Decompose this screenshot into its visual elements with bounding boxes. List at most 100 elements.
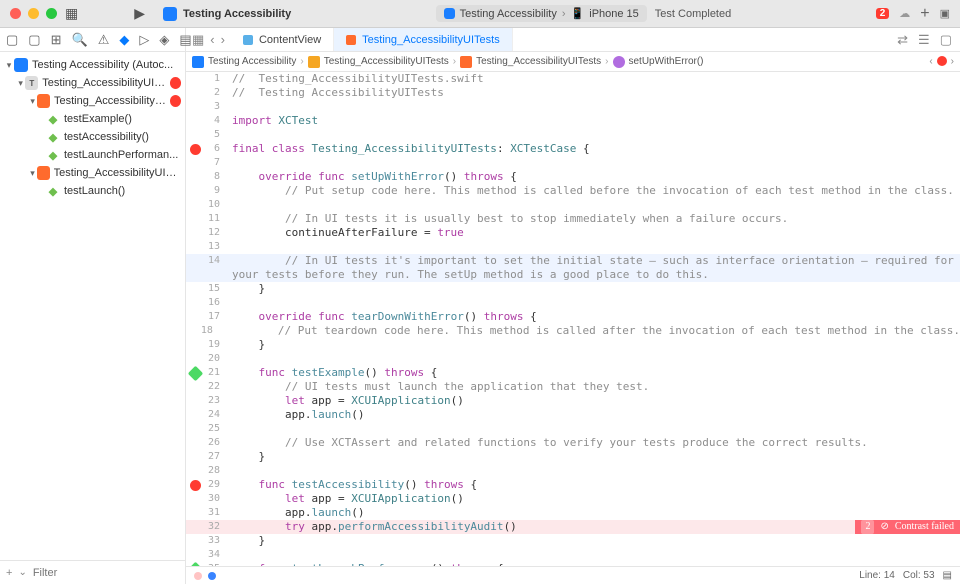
test-pass-gutter-icon[interactable] [187, 365, 203, 381]
sidebar-test-method[interactable]: ◆ testAccessibility() [0, 128, 185, 146]
add-editor-button[interactable]: + [920, 5, 929, 23]
cloud-icon[interactable]: ☁ [899, 7, 910, 20]
sidebar-file[interactable]: ▾ Testing_AccessibilityUITest... [0, 164, 185, 182]
navigator-issue-icon[interactable]: ⚠ [98, 32, 110, 48]
tab-label: ContentView [259, 34, 321, 46]
sidebar-target[interactable]: ▾ T Testing_AccessibilityUITests [0, 74, 185, 92]
sidebar-label: testLaunchPerforman... [64, 149, 178, 161]
back-button[interactable]: ‹ [210, 32, 214, 47]
next-issue-button[interactable]: › [951, 56, 954, 67]
debug-indicator-icon[interactable] [208, 572, 216, 580]
swift-file-icon [243, 35, 253, 45]
sidebar-test-method[interactable]: ◆ testLaunch() [0, 182, 185, 200]
sidebar-label: testLaunch() [64, 185, 125, 197]
zoom-window-button[interactable] [46, 8, 57, 19]
sidebar-label: testAccessibility() [64, 131, 149, 143]
close-window-button[interactable] [10, 8, 21, 19]
breadcrumb-item[interactable]: Testing Accessibility [208, 56, 296, 67]
run-button[interactable]: ▶ [126, 5, 153, 22]
app-icon [163, 7, 177, 21]
prev-issue-button[interactable]: ‹ [929, 56, 932, 67]
breakpoint-toggle[interactable] [194, 572, 202, 580]
sidebar-project[interactable]: ▾ Testing Accessibility (Autoc... [0, 56, 185, 74]
build-status-label: Test Completed [655, 8, 731, 20]
inline-error-label: Contrast failed [895, 520, 954, 534]
folder-icon [308, 56, 320, 68]
device-icon: 📱 [571, 7, 585, 20]
breadcrumb-item[interactable]: setUpWithError() [629, 56, 704, 67]
adjust-editor-icon[interactable]: ☰ [918, 32, 930, 48]
navigator-source-icon[interactable]: ▢ [28, 32, 40, 48]
toolrow: ▢ ▢ ⊞ 🔍 ⚠ ◆ ▷ ◈ ▤ ▦ ‹ › ContentView Test… [0, 28, 960, 52]
inspector-toggle-icon[interactable]: ▢ [940, 32, 952, 48]
scheme-label: Testing Accessibility [460, 8, 557, 20]
inline-error-badge[interactable]: 2⊘ Contrast failed [855, 520, 960, 534]
tab-label: Testing_AccessibilityUITests [362, 34, 500, 46]
sidebar-label: Testing_AccessibilityUIT... [54, 95, 170, 107]
sidebar-footer: + ⌄ [0, 560, 185, 584]
navigator-symbol-icon[interactable]: ⊞ [51, 32, 62, 48]
chevron-right-icon: › [605, 56, 608, 67]
breadcrumb-bar[interactable]: Testing Accessibility › Testing_Accessib… [186, 52, 960, 72]
tab-contentview[interactable]: ContentView [231, 28, 334, 51]
sidebar-label: Testing Accessibility (Autoc... [32, 59, 173, 71]
chevron-right-icon: › [562, 8, 566, 20]
filter-icon[interactable]: ⌄ [18, 567, 26, 578]
editor: Testing Accessibility › Testing_Accessib… [186, 52, 960, 584]
inline-error-count: 2 [861, 520, 874, 534]
navigator-find-icon[interactable]: 🔍 [72, 32, 88, 48]
sidebar-label: testExample() [64, 113, 132, 125]
method-icon [613, 56, 625, 68]
issue-count-badge[interactable]: 2 [876, 8, 890, 19]
related-items-icon[interactable]: ▦ [192, 32, 204, 48]
error-indicator-icon [937, 56, 947, 66]
swift-file-icon [37, 94, 50, 108]
test-pass-gutter-icon[interactable] [187, 561, 203, 566]
test-navigator: ▾ Testing Accessibility (Autoc... ▾ T Te… [0, 52, 186, 584]
folder-icon: T [25, 76, 38, 90]
project-icon [192, 56, 204, 68]
navigator-debug-icon[interactable]: ▷ [139, 32, 149, 48]
titlebar: ▦ ▶ Testing Accessibility Testing Access… [0, 0, 960, 28]
disclosure-chevron-icon[interactable]: ▾ [4, 60, 14, 71]
disclosure-chevron-icon[interactable]: ▾ [28, 168, 37, 179]
sidebar-label: Testing_AccessibilityUITests [42, 77, 170, 89]
library-button[interactable]: ▣ [940, 7, 950, 20]
chevron-right-icon: › [300, 56, 303, 67]
disclosure-chevron-icon[interactable]: ▾ [28, 96, 37, 107]
code-editor[interactable]: 1// Testing_AccessibilityUITests.swift 2… [186, 72, 960, 566]
sidebar-label: Testing_AccessibilityUITest... [54, 167, 181, 179]
test-pass-icon: ◆ [46, 112, 60, 126]
tab-uitests[interactable]: Testing_AccessibilityUITests [334, 28, 513, 51]
breadcrumb-item[interactable]: Testing_AccessibilityUITests [324, 56, 449, 67]
swift-file-icon [37, 166, 50, 180]
breadcrumb-item[interactable]: Testing_AccessibilityUITests [476, 56, 601, 67]
scheme-selector[interactable]: Testing Accessibility › 📱 iPhone 15 [436, 5, 647, 22]
filter-input[interactable] [33, 567, 179, 579]
disclosure-chevron-icon[interactable]: ▾ [16, 78, 25, 89]
line-error-icon[interactable] [190, 480, 201, 491]
sidebar-file[interactable]: ▾ Testing_AccessibilityUIT... [0, 92, 185, 110]
project-icon [14, 58, 28, 72]
sidebar-toggle-icon[interactable]: ▦ [57, 5, 86, 22]
swift-file-icon [346, 35, 356, 45]
minimap-toggle-icon[interactable]: ▤ [943, 570, 952, 581]
error-indicator-icon [170, 77, 181, 89]
destination-label: iPhone 15 [589, 8, 639, 20]
navigator-folder-icon[interactable]: ▢ [6, 32, 18, 48]
navigator-breakpoint-icon[interactable]: ◈ [159, 32, 169, 48]
forward-button[interactable]: › [221, 32, 225, 47]
minimize-window-button[interactable] [28, 8, 39, 19]
project-title[interactable]: Testing Accessibility [163, 7, 291, 21]
test-pass-icon: ◆ [46, 148, 60, 162]
sidebar-test-method[interactable]: ◆ testLaunchPerforman... [0, 146, 185, 164]
cursor-col-label: Col: 53 [903, 570, 935, 581]
line-error-icon[interactable] [190, 144, 201, 155]
sidebar-test-method[interactable]: ◆ testExample() [0, 110, 185, 128]
cursor-line-label: Line: 14 [859, 570, 895, 581]
chevron-right-icon: › [453, 56, 456, 67]
test-pass-icon: ◆ [46, 184, 60, 198]
add-button[interactable]: + [6, 567, 12, 579]
navigator-test-icon[interactable]: ◆ [119, 32, 129, 48]
editor-options-icon[interactable]: ⇄ [897, 32, 908, 48]
